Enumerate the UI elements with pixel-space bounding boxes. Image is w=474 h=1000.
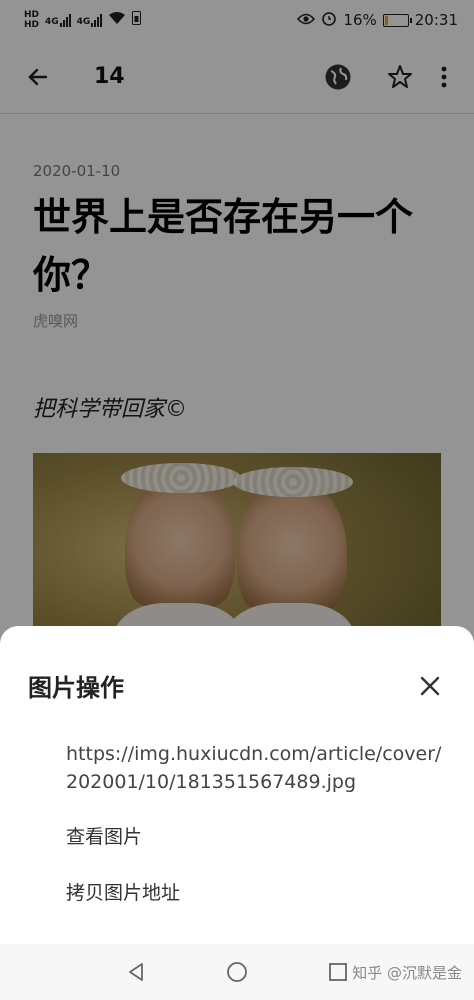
nav-back-button[interactable] (120, 956, 152, 988)
square-recents-icon (329, 963, 347, 981)
close-button[interactable] (414, 670, 446, 702)
sheet-header: 图片操作 (28, 668, 446, 703)
nav-home-button[interactable] (221, 956, 253, 988)
close-icon (420, 676, 440, 695)
copy-image-url-option[interactable]: 拷贝图片地址 (66, 878, 180, 905)
view-image-option[interactable]: 查看图片 (66, 822, 142, 849)
watermark-text: 知乎 @沉默是金 (352, 964, 462, 982)
sheet-title: 图片操作 (28, 674, 124, 702)
image-url: https://img.huxiucdn.com/article/cover/2… (66, 743, 442, 793)
circle-home-icon (227, 962, 247, 982)
system-nav-bar: 知乎 @沉默是金 (0, 944, 474, 1000)
triangle-back-icon (129, 963, 143, 981)
nav-recents-button[interactable] (322, 956, 354, 988)
